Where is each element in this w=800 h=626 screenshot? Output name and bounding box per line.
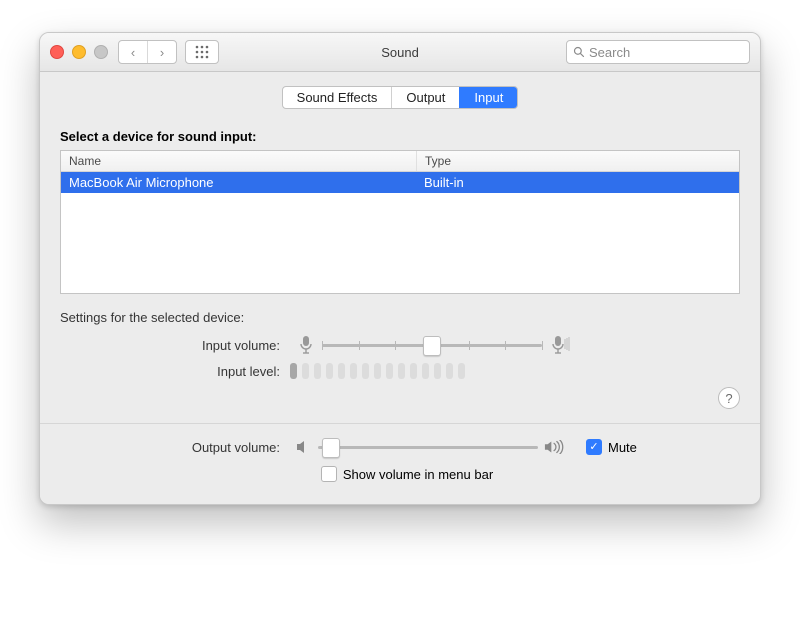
level-cell — [350, 363, 357, 379]
chevron-right-icon: › — [160, 45, 164, 60]
chevron-left-icon: ‹ — [131, 45, 135, 60]
input-volume-slider[interactable] — [322, 336, 542, 354]
footer: Output volume: Mute Show volume in menu … — [40, 424, 760, 504]
col-name[interactable]: Name — [61, 151, 417, 171]
slider-tick — [359, 341, 360, 350]
level-cell — [422, 363, 429, 379]
device-name: MacBook Air Microphone — [61, 172, 416, 193]
mute-label: Mute — [608, 440, 637, 455]
sound-preferences-window: ‹ › Sound Search Sound Effects Output In… — [39, 32, 761, 505]
checkbox-icon — [586, 439, 602, 455]
input-level-label: Input level: — [60, 364, 290, 379]
level-cell — [398, 363, 405, 379]
input-pane: Select a device for sound input: Name Ty… — [40, 119, 760, 423]
tab-input[interactable]: Input — [459, 87, 517, 108]
close-window-button[interactable] — [50, 45, 64, 59]
output-volume-row: Output volume: Mute — [60, 438, 740, 456]
slider-tick — [469, 341, 470, 350]
zoom-window-button[interactable] — [94, 45, 108, 59]
tab-row: Sound Effects Output Input — [40, 72, 760, 119]
level-cell — [374, 363, 381, 379]
input-volume-row: Input volume: — [60, 335, 740, 355]
col-type[interactable]: Type — [417, 151, 739, 171]
tab-output[interactable]: Output — [391, 87, 459, 108]
slider-track — [318, 446, 538, 449]
level-cell — [338, 363, 345, 379]
back-button[interactable]: ‹ — [119, 41, 147, 63]
search-icon — [573, 46, 585, 58]
show-all-button[interactable] — [185, 40, 219, 64]
input-volume-label: Input volume: — [60, 338, 290, 353]
menubar-label: Show volume in menu bar — [343, 467, 493, 482]
level-cell — [362, 363, 369, 379]
slider-thumb[interactable] — [423, 336, 441, 356]
titlebar: ‹ › Sound Search — [40, 33, 760, 72]
help-button[interactable]: ? — [718, 387, 740, 409]
level-cell — [302, 363, 309, 379]
forward-button[interactable]: › — [147, 41, 176, 63]
level-cell — [314, 363, 321, 379]
input-device-table: Name Type MacBook Air Microphone Built-i… — [60, 150, 740, 294]
mic-low-icon — [298, 335, 314, 355]
table-row[interactable]: MacBook Air Microphone Built-in — [61, 172, 739, 193]
level-cell — [290, 363, 297, 379]
slider-tick — [395, 341, 396, 350]
checkbox-icon — [321, 466, 337, 482]
slider-tick — [322, 341, 323, 350]
output-volume-label: Output volume: — [60, 440, 290, 455]
level-cell — [386, 363, 393, 379]
slider-tick — [505, 341, 506, 350]
level-cell — [446, 363, 453, 379]
output-volume-slider[interactable] — [318, 438, 538, 456]
slider-thumb[interactable] — [322, 438, 340, 458]
table-header: Name Type — [61, 151, 739, 172]
level-cell — [434, 363, 441, 379]
show-volume-menubar-checkbox[interactable]: Show volume in menu bar — [321, 466, 493, 482]
level-cell — [410, 363, 417, 379]
settings-header: Settings for the selected device: — [60, 310, 740, 325]
table-empty-area — [61, 193, 739, 293]
slider-tick — [542, 341, 543, 350]
level-cell — [458, 363, 465, 379]
nav-buttons: ‹ › — [118, 40, 177, 64]
select-device-label: Select a device for sound input: — [60, 129, 740, 144]
mute-checkbox[interactable]: Mute — [586, 439, 637, 455]
window-controls — [50, 45, 108, 59]
grid-icon — [195, 45, 209, 59]
minimize-window-button[interactable] — [72, 45, 86, 59]
input-level-meter — [290, 363, 465, 379]
device-type: Built-in — [416, 172, 739, 193]
search-placeholder: Search — [589, 45, 630, 60]
speaker-low-icon — [296, 440, 312, 454]
search-field[interactable]: Search — [566, 40, 750, 64]
level-cell — [326, 363, 333, 379]
mic-high-icon — [550, 335, 570, 355]
tab-sound-effects[interactable]: Sound Effects — [283, 87, 392, 108]
speaker-high-icon — [544, 440, 566, 454]
tab-segment: Sound Effects Output Input — [282, 86, 519, 109]
input-level-row: Input level: — [60, 363, 740, 379]
